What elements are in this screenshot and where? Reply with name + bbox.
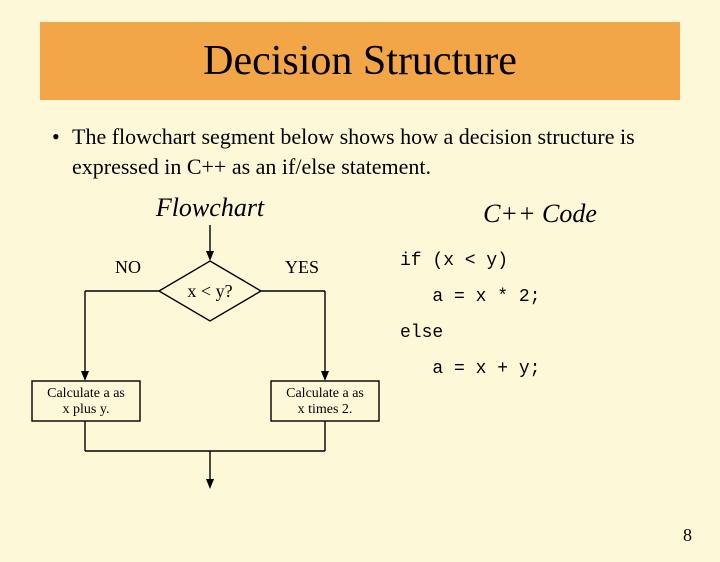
process-box-no-l1: Calculate a as <box>47 386 125 401</box>
flowchart-column: Flowchart NO YES x < y? Calculate a as x… <box>0 193 400 493</box>
flowchart-svg: NO YES x < y? Calculate a as x plus y. C… <box>0 193 400 493</box>
slide-title: Decision Structure <box>203 37 517 85</box>
no-label: NO <box>115 257 141 277</box>
code-block: if (x < y) a = x * 2; else a = x + y; <box>400 243 680 387</box>
condition-text: x < y? <box>187 281 232 301</box>
code-heading: C++ Code <box>400 199 680 229</box>
slide-title-bar: Decision Structure <box>40 22 680 100</box>
yes-label: YES <box>285 257 319 277</box>
code-column: C++ Code if (x < y) a = x * 2; else a = … <box>400 193 680 493</box>
page-number: 8 <box>683 525 692 546</box>
process-box-yes-l2: x times 2. <box>298 402 353 417</box>
process-box-no-l2: x plus y. <box>63 402 110 417</box>
process-box-yes-l1: Calculate a as <box>286 386 364 401</box>
bullet-text: The flowchart segment below shows how a … <box>72 122 662 181</box>
